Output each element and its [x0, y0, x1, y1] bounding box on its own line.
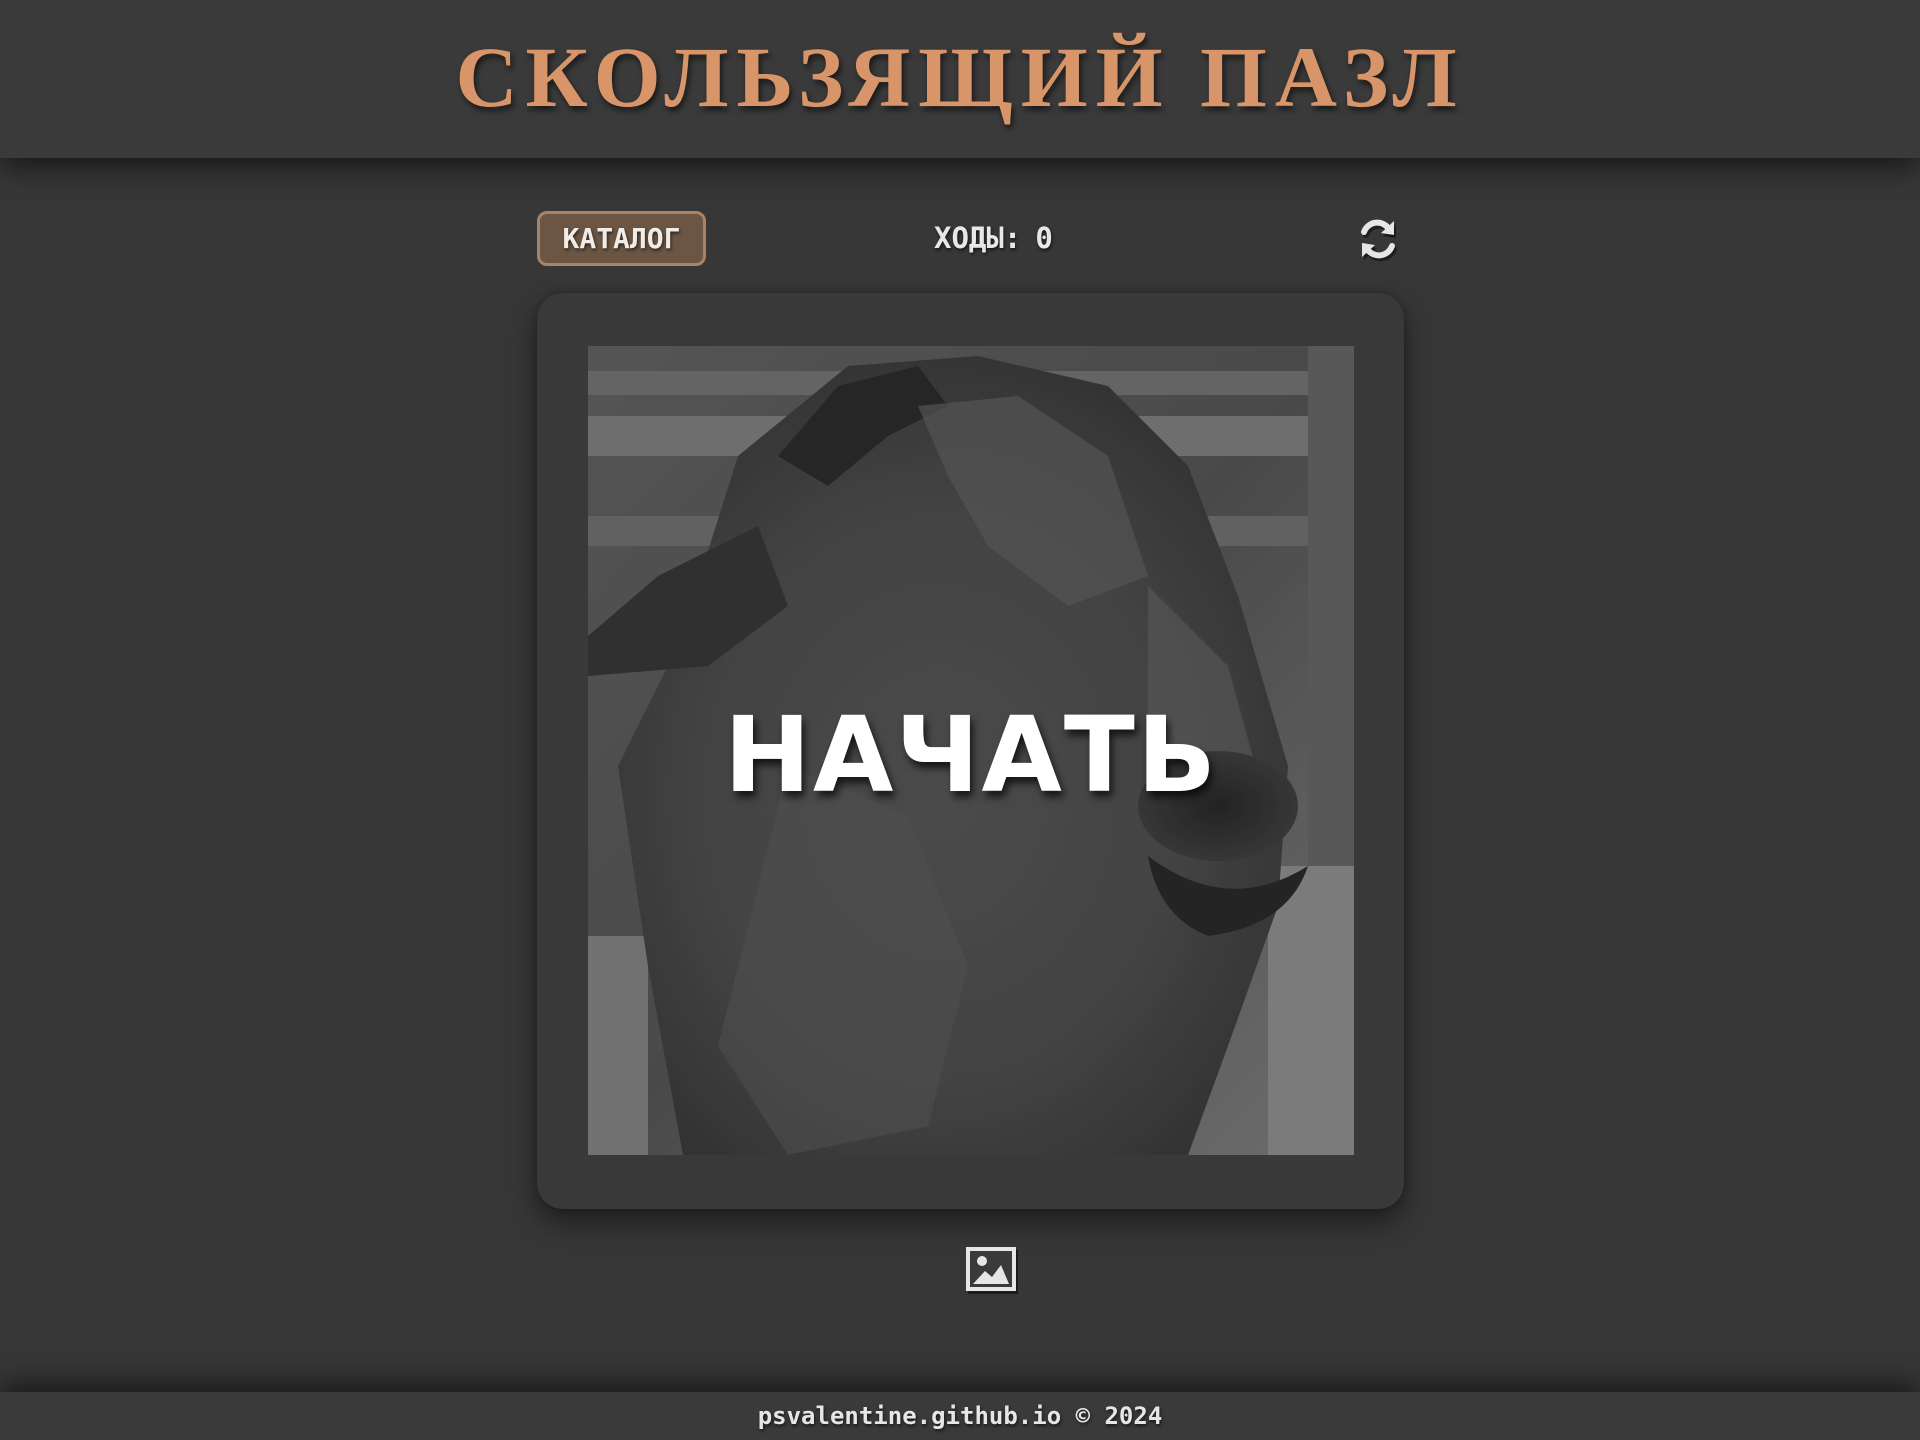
toolbar: КАТАЛОГ ХОДЫ: 0	[537, 211, 1403, 267]
footer-copyright[interactable]: psvalentine.github.io © 2024	[758, 1402, 1163, 1430]
header: СКОЛЬЗЯЩИЙ ПАЗЛ	[0, 0, 1920, 158]
show-image-button[interactable]	[966, 1247, 1020, 1295]
start-label: НАЧАТЬ	[723, 694, 1219, 816]
refresh-button[interactable]	[1354, 215, 1402, 263]
refresh-icon	[1361, 219, 1397, 262]
moves-count: 0	[1035, 221, 1053, 255]
start-button[interactable]: НАЧАТЬ	[588, 346, 1354, 1155]
moves-label: ХОДЫ:	[934, 221, 1022, 255]
page-title: СКОЛЬЗЯЩИЙ ПАЗЛ	[455, 29, 1465, 125]
catalog-button[interactable]: КАТАЛОГ	[537, 211, 706, 266]
puzzle-board: НАЧАТЬ	[537, 293, 1404, 1209]
moves-counter: ХОДЫ: 0	[934, 221, 1053, 255]
image-icon	[966, 1247, 1018, 1294]
page: СКОЛЬЗЯЩИЙ ПАЗЛ КАТАЛОГ ХОДЫ: 0 НАЧАТЬ p…	[0, 0, 1920, 1440]
footer: psvalentine.github.io © 2024	[0, 1392, 1920, 1440]
puzzle-image: НАЧАТЬ	[588, 346, 1354, 1155]
